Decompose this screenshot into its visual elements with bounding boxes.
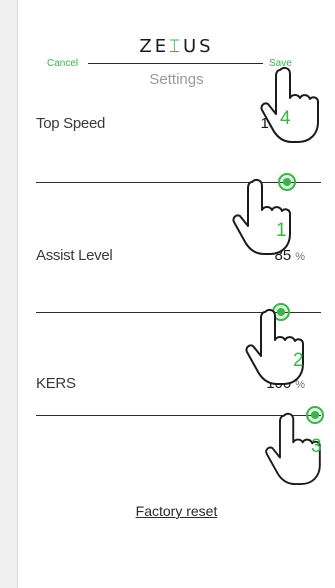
assist-level-label: Assist Level	[36, 247, 113, 264]
pointing-hand-icon	[232, 178, 291, 255]
pointing-hand-icon	[265, 412, 321, 486]
top-speed-unit: km/h	[281, 119, 305, 131]
assist-level-slider-knob[interactable]	[272, 303, 291, 321]
hint-hand-1: 1	[228, 176, 306, 258]
save-button[interactable]: Save	[269, 58, 292, 69]
header-divider	[88, 63, 263, 64]
page-title: Settings	[149, 71, 204, 88]
factory-reset-container: Factory reset	[18, 503, 335, 519]
assist-level-unit: %	[295, 251, 305, 263]
hint-number-3: 3	[311, 436, 322, 457]
kers-slider-knob[interactable]	[306, 406, 325, 424]
kers-unit: %	[295, 379, 305, 391]
kers-number: 100	[266, 375, 292, 392]
kers-value: 100%	[266, 375, 305, 392]
top-speed-value: 18 km/h	[260, 115, 305, 132]
assist-level-number: 85	[274, 247, 292, 264]
top-speed-slider-knob[interactable]	[277, 173, 296, 191]
cancel-button[interactable]: Cancel	[47, 58, 78, 69]
brand-logo: ZE⌶US	[139, 36, 214, 57]
top-speed-slider[interactable]	[36, 173, 321, 191]
hint-number-2: 2	[293, 350, 304, 371]
hint-number-1: 1	[276, 220, 287, 241]
assist-level-slider[interactable]	[36, 303, 321, 321]
top-speed-number: 18	[260, 115, 278, 132]
hint-hand-3: 3	[261, 408, 335, 490]
kers-label: KERS	[36, 375, 76, 392]
assist-level-value: 85%	[275, 247, 305, 264]
top-speed-label: Top Speed	[36, 115, 106, 132]
factory-reset-link[interactable]: Factory reset	[136, 503, 218, 519]
settings-screen: ZE⌶US Cancel Save Settings Top Speed 18 k…	[18, 0, 335, 588]
kers-slider[interactable]	[36, 406, 325, 424]
